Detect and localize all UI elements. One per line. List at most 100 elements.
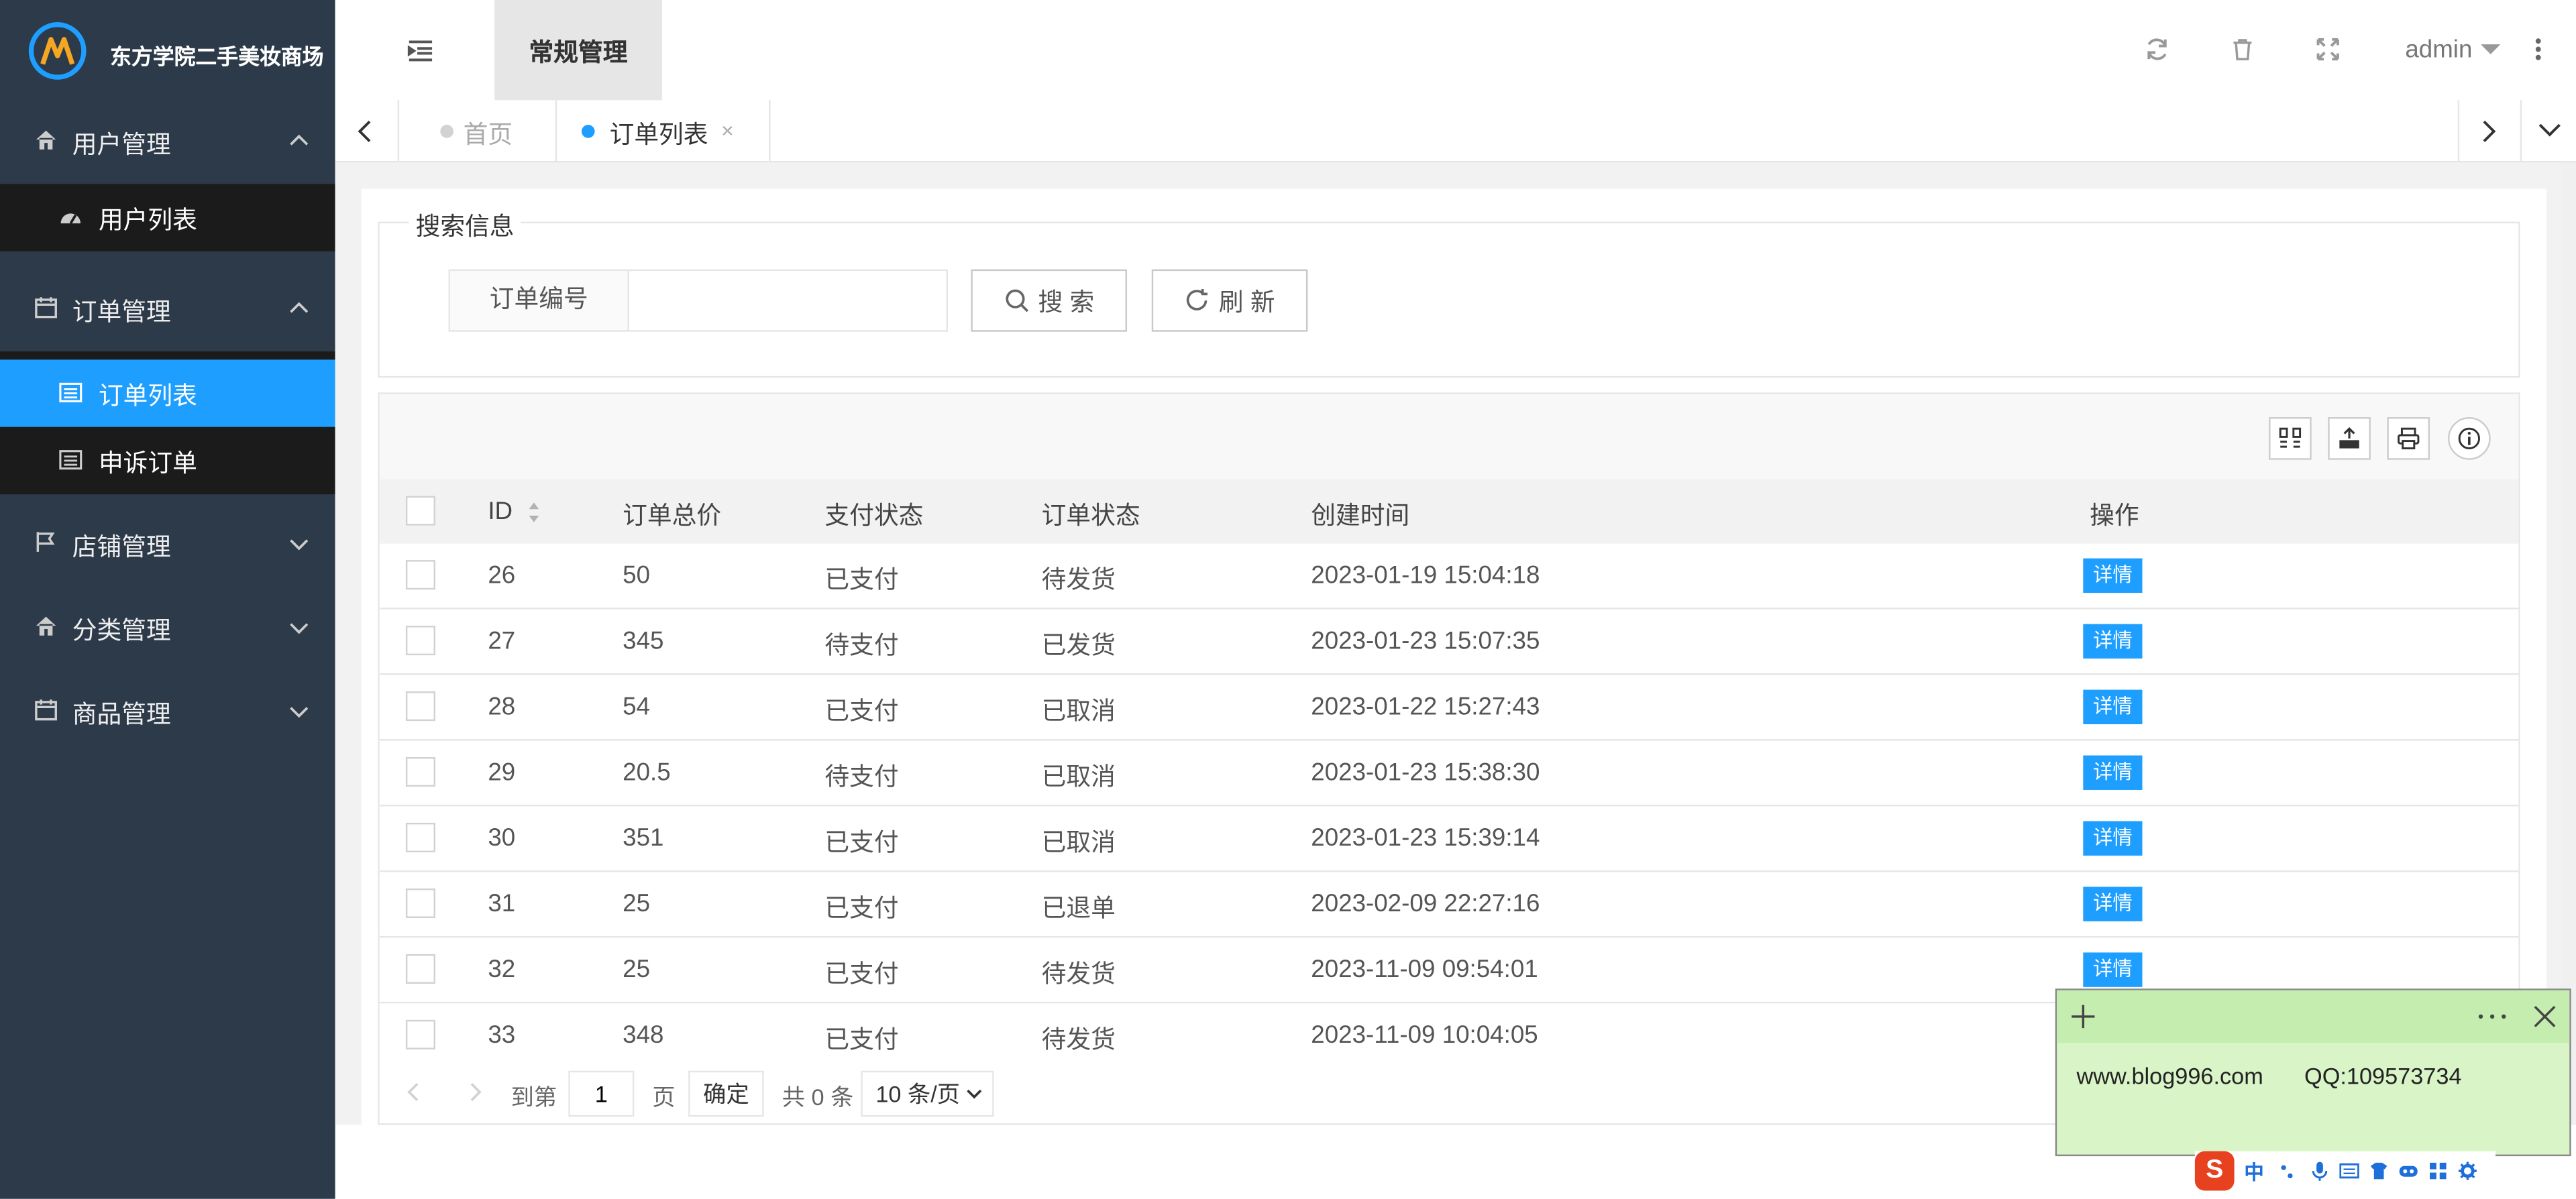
sidebar-item-order-list[interactable]: 订单列表 — [0, 359, 335, 427]
tab-dot — [581, 125, 595, 138]
next-page-icon[interactable] — [470, 1082, 483, 1102]
settings-icon[interactable] — [2458, 1161, 2477, 1180]
content-card: 搜索信息 订单编号 搜 索 刷 新 ID 订单总价 支付状态 订单状态 创建时间… — [361, 188, 2546, 1125]
cell-total: 54 — [623, 693, 651, 722]
sidebar-group-user-management[interactable]: 用户管理 — [0, 100, 335, 184]
sidebar-item-appeal-orders[interactable]: 申诉订单 — [0, 426, 335, 495]
row-checkbox[interactable] — [405, 954, 435, 984]
more-horizontal-icon[interactable] — [2477, 1013, 2507, 1020]
detail-button[interactable]: 详情 — [2083, 952, 2143, 987]
row-checkbox[interactable] — [405, 822, 435, 853]
detail-button[interactable]: 详情 — [2083, 755, 2143, 790]
tabs-scroll-left[interactable] — [335, 100, 400, 162]
cell-id: 32 — [488, 956, 516, 984]
order-number-input[interactable] — [629, 269, 949, 332]
table-row: 27 345 待支付 已发货 2023-01-23 15:07:35 详情 — [379, 609, 2519, 675]
cell-pay-status: 已支付 — [824, 895, 899, 923]
chevron-down-icon — [290, 623, 309, 634]
refresh-button[interactable]: 刷 新 — [1151, 269, 1308, 332]
row-checkbox[interactable] — [405, 626, 435, 656]
cell-pay-status: 待支付 — [824, 763, 899, 792]
cell-created: 2023-01-19 15:04:18 — [1311, 561, 1540, 590]
search-legend: 搜索信息 — [409, 209, 521, 243]
header-tab-general[interactable]: 常规管理 — [494, 0, 662, 101]
sticky-note-text[interactable]: www.blog996.com QQ:109573734 — [2077, 1063, 2462, 1089]
user-menu[interactable]: admin — [2405, 36, 2472, 64]
col-total: 订单总价 — [623, 502, 722, 531]
row-checkbox[interactable] — [405, 560, 435, 590]
keyboard-icon[interactable] — [2339, 1161, 2359, 1180]
sidebar-group-label: 订单管理 — [72, 298, 171, 327]
close-icon[interactable]: × — [721, 118, 734, 143]
row-checkbox[interactable] — [405, 756, 435, 787]
cell-order-status: 待发货 — [1041, 1026, 1116, 1055]
plus-icon[interactable] — [2070, 1003, 2096, 1029]
confirm-page-button[interactable]: 确定 — [688, 1070, 764, 1117]
logo[interactable]: 东方学院二手美妆商场 — [0, 0, 335, 100]
tabs-scroll-right[interactable] — [2457, 100, 2522, 162]
cell-total: 25 — [623, 890, 651, 918]
close-icon[interactable] — [2533, 1005, 2556, 1028]
sidebar: 东方学院二手美妆商场 用户管理 用户列表 订单管理 订单列表 申诉订单 店铺管理… — [0, 0, 335, 1199]
note-url: www.blog996.com — [2076, 1062, 2263, 1089]
ime-mode[interactable]: 中 — [2244, 1158, 2263, 1186]
sidebar-group-order-management[interactable]: 订单管理 — [0, 268, 335, 351]
page-size-select[interactable]: 10 条/页 — [861, 1070, 994, 1117]
tabs-dropdown[interactable] — [2520, 100, 2576, 162]
tab-home[interactable]: 首页 — [398, 100, 557, 162]
more-vertical-icon[interactable] — [2535, 38, 2542, 60]
columns-filter-button[interactable] — [2269, 417, 2312, 460]
flag-icon — [36, 532, 55, 552]
menu-fold-icon[interactable] — [407, 40, 433, 62]
col-id[interactable]: ID — [488, 498, 513, 526]
trash-icon[interactable] — [2231, 38, 2254, 60]
detail-button[interactable]: 详情 — [2083, 624, 2143, 659]
columns-icon — [2279, 427, 2302, 448]
detail-button[interactable]: 详情 — [2083, 821, 2143, 856]
col-pay-status: 支付状态 — [824, 502, 924, 531]
detail-button[interactable]: 详情 — [2083, 887, 2143, 921]
sidebar-group-category-management[interactable]: 分类管理 — [0, 586, 335, 670]
sidebar-group-shop-management[interactable]: 店铺管理 — [0, 502, 335, 586]
tab-order-list[interactable]: 订单列表 × — [555, 100, 771, 162]
table-row: 26 50 已支付 待发货 2023-01-19 15:04:18 详情 — [379, 543, 2519, 610]
info-button[interactable] — [2448, 417, 2491, 460]
row-checkbox[interactable] — [405, 1019, 435, 1049]
detail-button[interactable]: 详情 — [2083, 558, 2143, 593]
sidebar-item-user-list[interactable]: 用户列表 — [0, 184, 335, 251]
fullscreen-icon[interactable] — [2316, 38, 2339, 61]
prev-page-icon[interactable] — [406, 1082, 419, 1102]
game-icon[interactable] — [2399, 1161, 2418, 1180]
cell-created: 2023-11-09 10:04:05 — [1311, 1021, 1538, 1049]
page-number-input[interactable] — [568, 1070, 635, 1117]
export-button[interactable] — [2328, 417, 2371, 460]
sticky-note[interactable]: www.blog996.com QQ:109573734 — [2055, 988, 2571, 1157]
cell-pay-status: 已支付 — [824, 1026, 899, 1055]
microphone-icon[interactable] — [2310, 1161, 2329, 1181]
refresh-icon[interactable] — [2145, 38, 2168, 60]
detail-button[interactable]: 详情 — [2083, 689, 2143, 725]
cell-id: 26 — [488, 561, 516, 590]
select-all-checkbox[interactable] — [405, 496, 435, 526]
skin-icon[interactable] — [2369, 1161, 2388, 1180]
cell-order-status: 已取消 — [1041, 763, 1116, 792]
print-button[interactable] — [2387, 417, 2430, 460]
row-checkbox[interactable] — [405, 691, 435, 722]
page-size-value: 10 条/页 — [875, 1080, 961, 1107]
search-button[interactable]: 搜 索 — [971, 269, 1128, 332]
apps-icon[interactable] — [2428, 1161, 2448, 1180]
sogou-logo-icon[interactable]: S — [2194, 1151, 2235, 1191]
sidebar-group-product-management[interactable]: 商品管理 — [0, 670, 335, 754]
punctuation-icon[interactable] — [2279, 1161, 2298, 1180]
scrollbar[interactable] — [2561, 162, 2576, 1125]
sort-icon[interactable] — [527, 501, 541, 524]
cell-total: 25 — [623, 956, 651, 984]
col-created: 创建时间 — [1311, 502, 1410, 531]
row-checkbox[interactable] — [405, 888, 435, 918]
list-icon — [59, 450, 83, 470]
cell-created: 2023-01-23 15:39:14 — [1311, 824, 1540, 853]
order-number-label: 订单编号 — [448, 269, 629, 332]
chevron-down-icon — [2538, 123, 2561, 137]
calendar-icon — [35, 297, 57, 319]
chevron-up-icon — [290, 134, 309, 146]
